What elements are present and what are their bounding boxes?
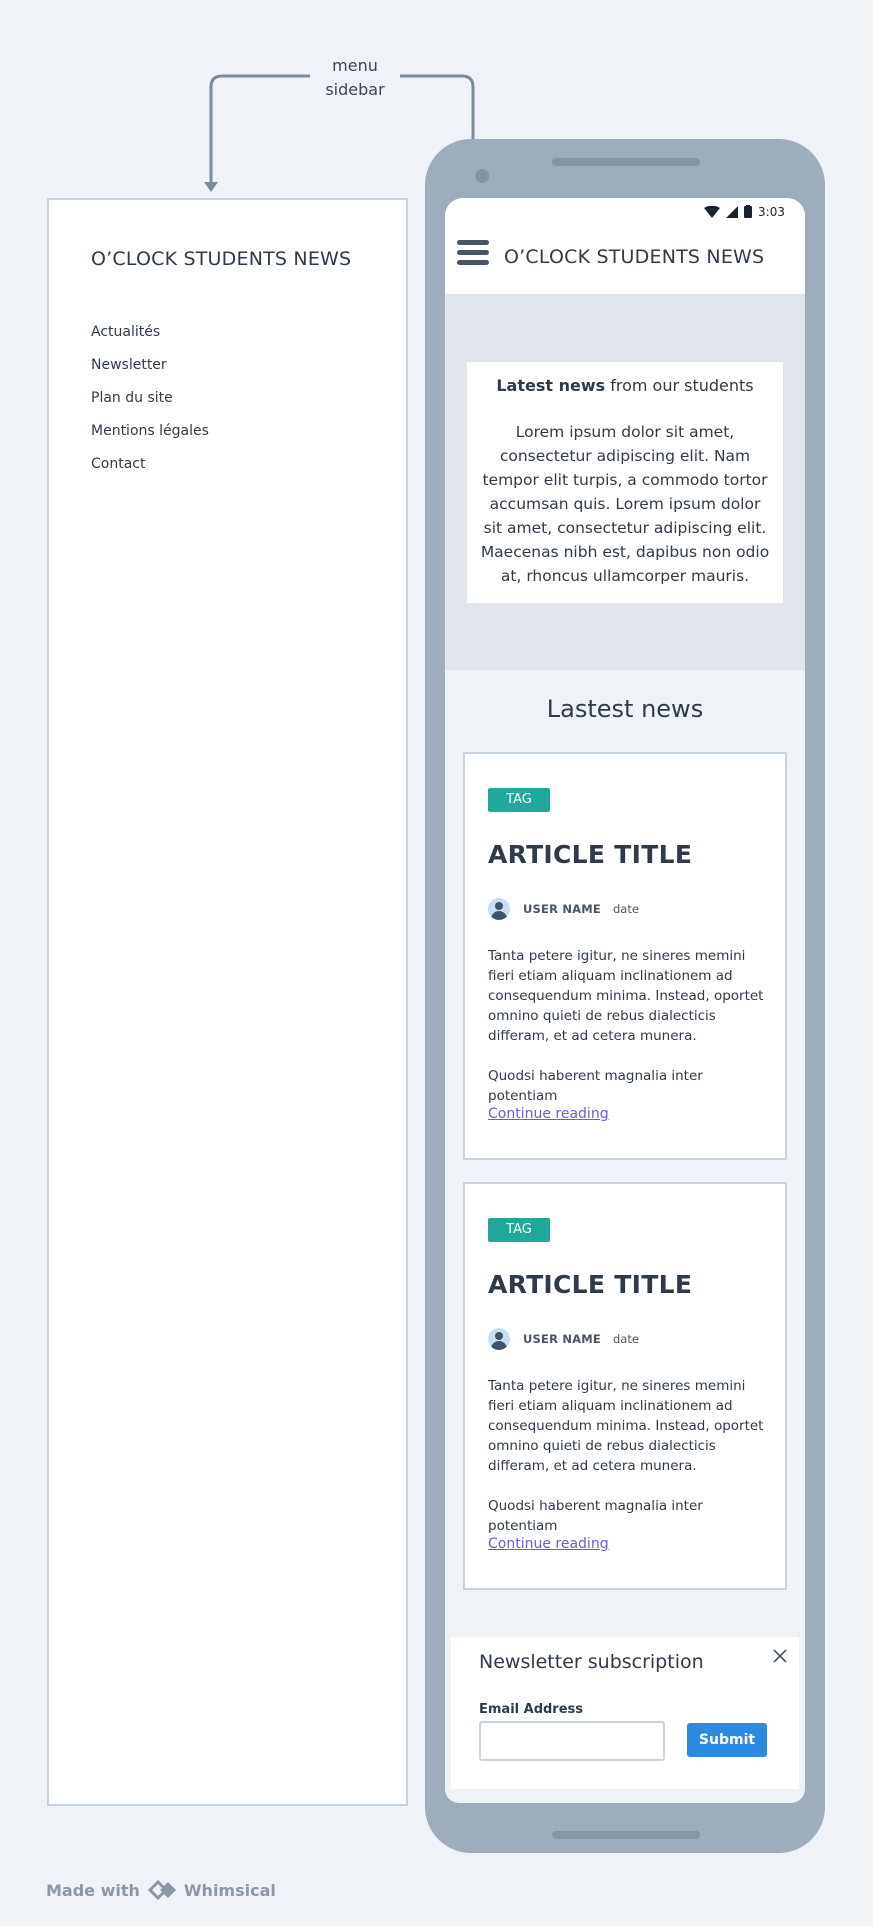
email-label: Email Address	[479, 1702, 584, 1717]
app-title: O’CLOCK STUDENTS NEWS	[504, 246, 765, 268]
article-excerpt-2: Quodsi haberent magnalia inter potentiam	[488, 1068, 703, 1104]
status-time: 3:03	[758, 204, 785, 219]
made-with-text: Made with	[46, 1880, 140, 1900]
hero-heading-rest: from our students	[605, 376, 754, 395]
whimsical-logo-icon	[147, 1879, 176, 1901]
hero-heading: Latest news from our students	[479, 374, 771, 398]
article-excerpt-2: Quodsi haberent magnalia inter potentiam	[488, 1498, 703, 1534]
annotation-label-line2: sidebar	[325, 80, 385, 99]
sidebar-item-plan-du-site[interactable]: Plan du site	[91, 382, 209, 415]
article-date: date	[612, 1332, 639, 1346]
app-header: O’CLOCK STUDENTS NEWS	[445, 225, 805, 294]
status-bar: 3:03	[445, 198, 805, 225]
email-field[interactable]	[479, 1721, 665, 1761]
signal-icon	[726, 205, 739, 218]
article-text: Tanta petere igitur, ne sineres memini f…	[488, 1376, 773, 1536]
close-icon[interactable]	[771, 1647, 789, 1665]
sidebar-item-actualites[interactable]: Actualités	[91, 316, 209, 349]
annotation-label-line1: menu	[332, 56, 378, 75]
author-row: USER NAME date	[488, 1328, 639, 1350]
article-tag[interactable]: TAG	[488, 788, 550, 812]
phone-camera	[475, 169, 489, 183]
author-row: USER NAME date	[488, 898, 639, 920]
hamburger-icon[interactable]	[457, 240, 489, 270]
menu-sidebar: O’CLOCK STUDENTS NEWS Actualités Newslet…	[47, 198, 408, 1806]
user-name: USER NAME	[523, 1332, 601, 1346]
sidebar-title: O’CLOCK STUDENTS NEWS	[91, 248, 352, 270]
phone-screen: 3:03 O’CLOCK STUDENTS NEWS Latest news f…	[445, 198, 805, 1803]
article-excerpt: Tanta petere igitur, ne sineres memini f…	[488, 1378, 764, 1474]
wifi-icon	[704, 205, 721, 218]
submit-button[interactable]: Submit	[687, 1723, 767, 1757]
article-text: Tanta petere igitur, ne sineres memini f…	[488, 946, 773, 1106]
phone-home-bar	[552, 1831, 700, 1839]
article-title: ARTICLE TITLE	[488, 1270, 693, 1299]
hero-text: Lorem ipsum dolor sit amet, consectetur …	[480, 423, 770, 585]
article-card: TAG ARTICLE TITLE USER NAME date Tanta p…	[463, 1182, 787, 1590]
article-excerpt: Tanta petere igitur, ne sineres memini f…	[488, 948, 764, 1044]
newsletter-popup: Newsletter subscription Email Address Su…	[451, 1637, 799, 1789]
article-title: ARTICLE TITLE	[488, 840, 693, 869]
annotation-label: menu sidebar	[310, 54, 400, 102]
sidebar-item-newsletter[interactable]: Newsletter	[91, 349, 209, 382]
continue-reading-link[interactable]: Continue reading	[488, 1106, 609, 1122]
article-card: TAG ARTICLE TITLE USER NAME date Tanta p…	[463, 752, 787, 1160]
whimsical-brand: Whimsical	[183, 1880, 276, 1900]
continue-reading-link[interactable]: Continue reading	[488, 1536, 609, 1552]
article-tag[interactable]: TAG	[488, 1218, 550, 1242]
user-name: USER NAME	[523, 902, 601, 916]
sidebar-menu: Actualités Newsletter Plan du site Menti…	[91, 316, 209, 481]
phone-speaker	[552, 158, 700, 166]
latest-news-title: Lastest news	[546, 695, 704, 723]
made-with-badge[interactable]: Made with Whimsical	[46, 1879, 276, 1901]
sidebar-item-mentions-legales[interactable]: Mentions légales	[91, 415, 209, 448]
avatar	[488, 898, 510, 920]
article-date: date	[612, 902, 639, 916]
phone-frame: 3:03 O’CLOCK STUDENTS NEWS Latest news f…	[425, 139, 825, 1853]
avatar	[488, 1328, 510, 1350]
newsletter-title: Newsletter subscription	[479, 1651, 704, 1673]
hero-heading-bold: Latest news	[496, 376, 606, 395]
sidebar-item-contact[interactable]: Contact	[91, 448, 209, 481]
hero-card: Latest news from our students Lorem ipsu…	[467, 362, 783, 603]
battery-icon	[744, 205, 753, 218]
hero-section: Latest news from our students Lorem ipsu…	[445, 294, 805, 670]
